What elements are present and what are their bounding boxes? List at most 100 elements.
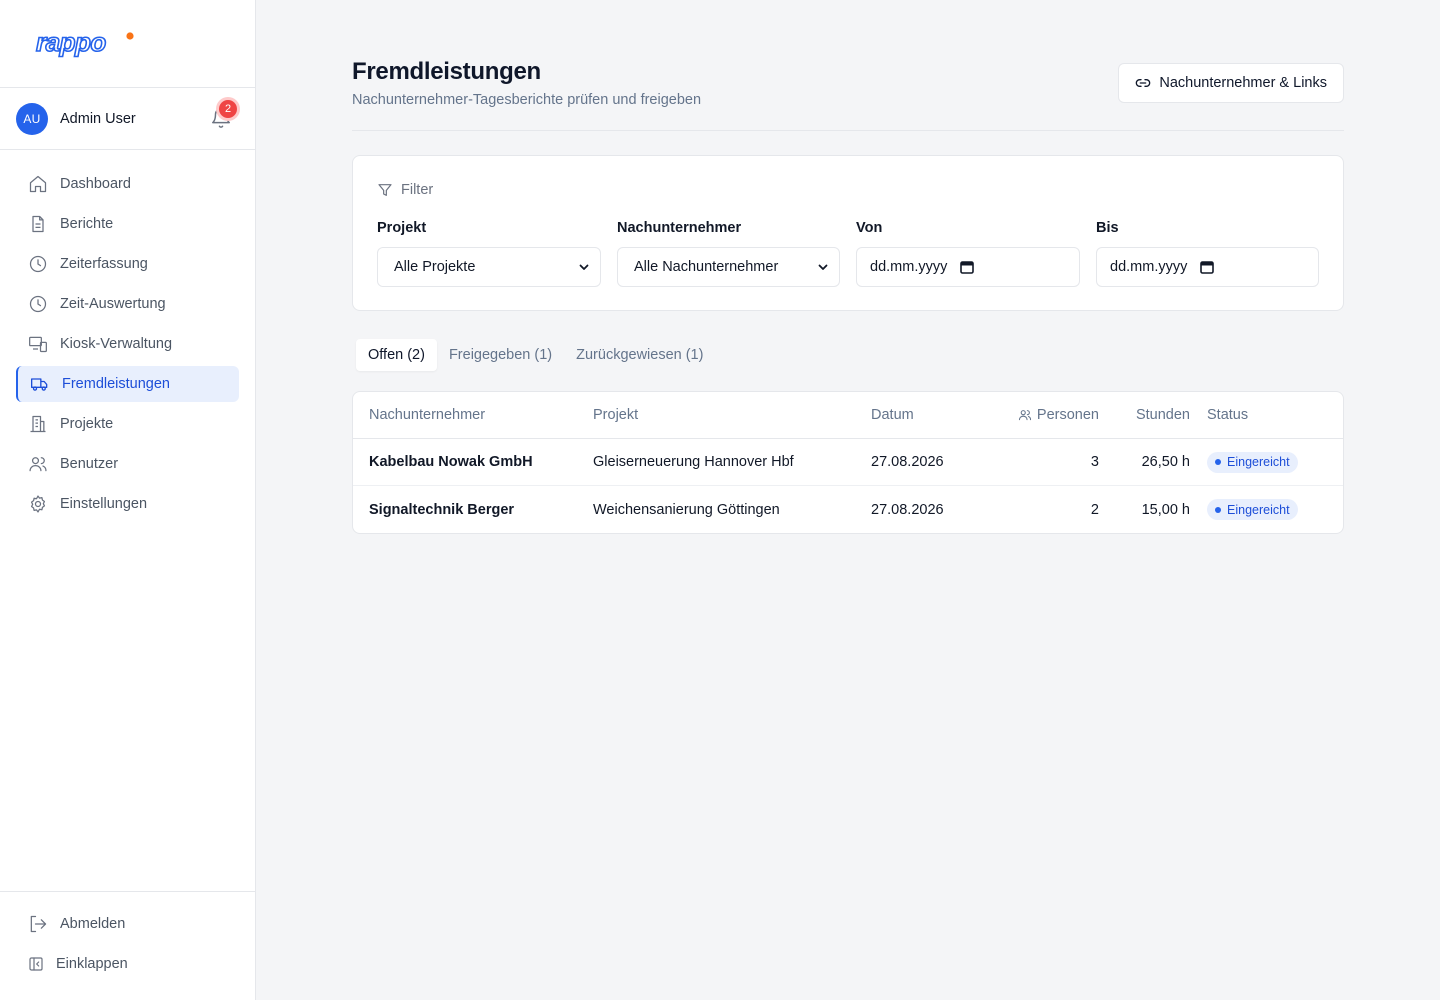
status-badge-label: Eingereicht xyxy=(1227,455,1290,469)
filter-header: Filter xyxy=(377,182,433,198)
project-filter: Projekt Alle Projekte xyxy=(377,220,601,287)
to-date-input[interactable]: dd.mm.yyyy xyxy=(1096,247,1319,287)
to-date-label: Bis xyxy=(1096,220,1119,236)
sidebar-item-berichte[interactable]: Berichte xyxy=(16,206,239,242)
users-icon xyxy=(1018,410,1031,421)
table-row[interactable]: Signaltechnik Berger Weichensanierung Gö… xyxy=(353,486,1343,533)
logout-icon xyxy=(30,915,47,933)
sidebar-item-kiosk-verwaltung[interactable]: Kiosk-Verwaltung xyxy=(16,326,239,362)
cell-status: Eingereicht xyxy=(1207,486,1298,533)
subcontractor-links-button[interactable]: Nachunternehmer & Links xyxy=(1118,63,1344,103)
cell-status: Eingereicht xyxy=(1207,439,1298,485)
page-header: Fremdleistungen Nachunternehmer-Tagesber… xyxy=(352,0,1344,131)
cell-subcontractor: Kabelbau Nowak GmbH xyxy=(369,454,533,470)
status-dot-icon xyxy=(1215,506,1221,513)
home-icon xyxy=(29,175,47,193)
cell-project: Weichensanierung Göttingen xyxy=(593,501,780,518)
clock-icon xyxy=(29,295,47,313)
collapse-label: Einklappen xyxy=(56,956,128,972)
subcontractor-select[interactable]: Alle Nachunternehmer xyxy=(617,247,840,287)
status-badge: Eingereicht xyxy=(1207,499,1298,520)
sidebar-item-label: Einstellungen xyxy=(60,496,148,512)
sidebar-item-label: Fremdleistungen xyxy=(62,376,170,392)
tab-offen[interactable]: Offen (2) xyxy=(356,339,437,371)
chevron-down-icon xyxy=(579,264,589,270)
status-tabs: Offen (2) Freigegeben (1) Zurückgewiesen… xyxy=(356,339,715,371)
collapse-icon xyxy=(29,957,43,971)
cell-persons: 3 xyxy=(1090,454,1099,470)
sidebar-item-label: Kiosk-Verwaltung xyxy=(60,336,173,352)
notification-badge: 2 xyxy=(219,100,237,118)
col-project[interactable]: Projekt xyxy=(593,392,638,438)
chevron-down-icon xyxy=(818,264,828,270)
page-subtitle: Nachunternehmer-Tagesberichte prüfen und… xyxy=(352,92,702,108)
col-persons[interactable]: Personen xyxy=(1018,392,1099,438)
cell-project: Gleiserneuerung Hannover Hbf xyxy=(593,454,794,470)
rappo-logo: rappo xyxy=(35,29,134,57)
from-date-filter: Von dd.mm.yyyy xyxy=(856,220,1080,287)
col-date[interactable]: Datum xyxy=(871,392,914,438)
svg-text:rappo: rappo xyxy=(36,29,106,57)
filter-title: Filter xyxy=(401,182,434,198)
reports-table: Nachunternehmer Projekt Datum Personen S… xyxy=(352,391,1344,534)
filter-card: Filter Projekt Alle Projekte Nachunterne… xyxy=(352,155,1344,311)
from-date-label: Von xyxy=(856,220,883,236)
page-title: Fremdleistungen xyxy=(352,58,541,85)
sidebar-item-label: Benutzer xyxy=(60,456,119,472)
tab-freigegeben[interactable]: Freigegeben (1) xyxy=(437,339,564,371)
main-content: Fremdleistungen Nachunternehmer-Tagesber… xyxy=(352,0,1344,534)
project-filter-label: Projekt xyxy=(377,220,427,236)
calendar-icon[interactable] xyxy=(1199,259,1215,275)
cell-hours: 26,50 h xyxy=(1141,454,1190,470)
sidebar: rappo AU Admin User 2 Dashboard Berichte… xyxy=(0,0,256,1000)
table-row[interactable]: Kabelbau Nowak GmbH Gleiserneuerung Hann… xyxy=(353,439,1343,486)
calendar-icon[interactable] xyxy=(959,259,975,275)
cell-date: 27.08.2026 xyxy=(871,501,944,518)
to-date-filter: Bis dd.mm.yyyy xyxy=(1096,220,1319,287)
sidebar-item-label: Zeiterfassung xyxy=(60,256,148,272)
truck-icon xyxy=(31,378,48,391)
cell-persons: 2 xyxy=(1090,501,1099,518)
logout-label: Abmelden xyxy=(60,916,126,932)
collapse-button[interactable]: Einklappen xyxy=(16,946,239,982)
sidebar-item-zeit-auswertung[interactable]: Zeit-Auswertung xyxy=(16,286,239,322)
from-date-input[interactable]: dd.mm.yyyy xyxy=(856,247,1080,287)
logo[interactable]: rappo xyxy=(0,0,255,88)
sidebar-item-dashboard[interactable]: Dashboard xyxy=(16,166,239,202)
tab-zurueckgewiesen[interactable]: Zurückgewiesen (1) xyxy=(564,339,715,371)
sidebar-item-label: Dashboard xyxy=(60,176,131,192)
col-status[interactable]: Status xyxy=(1207,392,1248,438)
user-name: Admin User xyxy=(60,110,136,127)
sidebar-item-fremdleistungen[interactable]: Fremdleistungen xyxy=(16,366,239,402)
col-subcontractor[interactable]: Nachunternehmer xyxy=(369,392,485,438)
col-hours[interactable]: Stunden xyxy=(1136,392,1190,438)
links-button-label: Nachunternehmer & Links xyxy=(1159,75,1327,91)
link-icon xyxy=(1136,79,1151,87)
user-panel: AU Admin User 2 xyxy=(0,88,255,150)
table-header: Nachunternehmer Projekt Datum Personen S… xyxy=(353,392,1343,439)
sidebar-item-label: Zeit-Auswertung xyxy=(60,296,166,312)
logout-button[interactable]: Abmelden xyxy=(16,906,239,942)
sidebar-item-label: Berichte xyxy=(60,216,114,232)
sidebar-item-projekte[interactable]: Projekte xyxy=(16,406,239,442)
status-dot-icon xyxy=(1215,459,1221,465)
file-icon xyxy=(32,215,44,233)
building-icon xyxy=(30,415,46,433)
clock-icon xyxy=(29,255,47,273)
from-date-placeholder: dd.mm.yyyy xyxy=(870,259,948,275)
filter-icon xyxy=(378,184,392,196)
status-badge-label: Eingereicht xyxy=(1227,502,1290,517)
avatar[interactable]: AU xyxy=(16,102,48,135)
subcontractor-filter-label: Nachunternehmer xyxy=(617,220,742,236)
sidebar-footer: Abmelden Einklappen xyxy=(0,891,255,1000)
users-icon xyxy=(29,457,47,472)
subcontractor-select-value: Alle Nachunternehmer xyxy=(634,259,779,275)
project-select[interactable]: Alle Projekte xyxy=(377,247,601,287)
gear-icon xyxy=(30,495,46,513)
sidebar-item-einstellungen[interactable]: Einstellungen xyxy=(16,486,239,522)
cell-hours: 15,00 h xyxy=(1141,501,1190,518)
sidebar-item-zeiterfassung[interactable]: Zeiterfassung xyxy=(16,246,239,282)
project-select-value: Alle Projekte xyxy=(394,259,476,275)
to-date-placeholder: dd.mm.yyyy xyxy=(1110,259,1188,275)
sidebar-item-benutzer[interactable]: Benutzer xyxy=(16,446,239,482)
